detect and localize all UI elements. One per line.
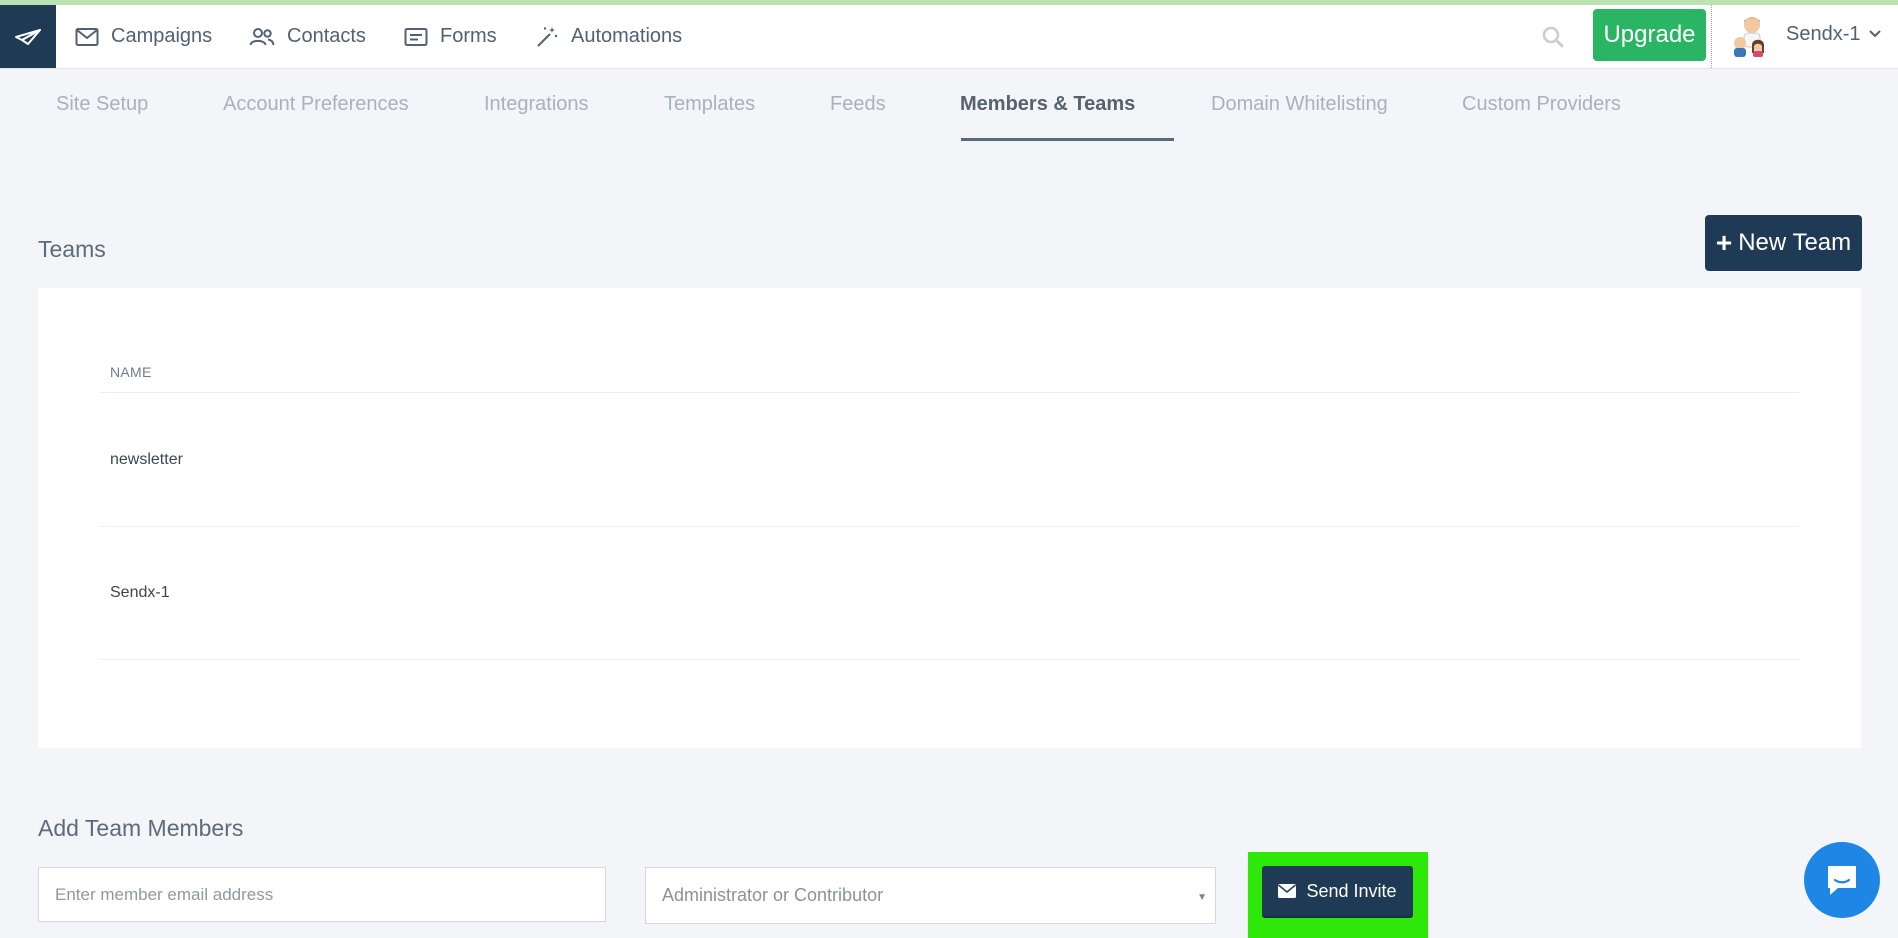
- users-icon: [249, 27, 275, 45]
- tab-templates[interactable]: Templates: [664, 68, 755, 140]
- nav-contacts[interactable]: Contacts: [249, 5, 366, 68]
- table-divider: [100, 526, 1800, 527]
- team-name-cell[interactable]: newsletter: [110, 451, 183, 469]
- tab-integrations[interactable]: Integrations: [484, 68, 589, 140]
- nav-campaigns-label: Campaigns: [111, 25, 213, 47]
- send-invite-label: Send Invite: [1306, 880, 1397, 901]
- table-divider: [100, 659, 1800, 660]
- tab-custom-providers[interactable]: Custom Providers: [1462, 68, 1621, 140]
- account-divider: [1711, 5, 1713, 68]
- chat-bubble-icon: [1828, 866, 1856, 895]
- nav-contacts-label: Contacts: [287, 25, 366, 47]
- upgrade-button[interactable]: Upgrade: [1593, 9, 1706, 61]
- nav-automations-label: Automations: [571, 25, 683, 47]
- active-tab-indicator: [961, 138, 1174, 141]
- settings-tabs: Site Setup Account Preferences Integrati…: [20, 68, 1878, 142]
- account-name[interactable]: Sendx-1: [1786, 23, 1861, 46]
- member-email-input[interactable]: [38, 867, 606, 922]
- nav-forms-label: Forms: [440, 25, 497, 47]
- app-logo[interactable]: [0, 5, 56, 68]
- avatar[interactable]: [1728, 13, 1770, 57]
- tab-feeds[interactable]: Feeds: [830, 68, 886, 140]
- nav-forms[interactable]: Forms: [404, 5, 497, 68]
- nav-campaigns[interactable]: Campaigns: [75, 5, 212, 68]
- send-invite-button[interactable]: Send Invite: [1262, 866, 1413, 916]
- plus-icon: +: [1715, 227, 1733, 258]
- caret-down-icon: ▼: [1197, 892, 1207, 903]
- form-icon: [404, 27, 428, 46]
- envelope-icon: [75, 27, 99, 46]
- search-button[interactable]: [1538, 22, 1568, 52]
- table-header-name: NAME: [110, 364, 152, 380]
- envelope-icon: [1278, 884, 1297, 898]
- top-navigation-bar: Campaigns Contacts Forms Automations Upg…: [0, 5, 1898, 69]
- chevron-down-icon[interactable]: [1868, 29, 1882, 39]
- paper-plane-icon: [15, 28, 41, 45]
- role-select[interactable]: Administrator or Contributor ▼: [645, 867, 1216, 924]
- teams-section-title: Teams: [38, 236, 106, 262]
- tab-site-setup[interactable]: Site Setup: [56, 68, 148, 140]
- team-name-cell[interactable]: Sendx-1: [110, 584, 170, 602]
- teams-table-card: NAME newsletter Sendx-1: [38, 288, 1861, 748]
- search-icon: [1542, 26, 1564, 48]
- tab-domain-whitelisting[interactable]: Domain Whitelisting: [1211, 68, 1388, 140]
- add-team-members-title: Add Team Members: [38, 815, 244, 841]
- new-team-label: New Team: [1738, 229, 1852, 256]
- tab-account-preferences[interactable]: Account Preferences: [223, 68, 409, 140]
- chat-widget-button[interactable]: [1804, 842, 1880, 918]
- magic-wand-icon: [537, 26, 558, 47]
- table-divider: [100, 392, 1800, 393]
- new-team-button[interactable]: + New Team: [1705, 215, 1862, 271]
- tab-members-teams[interactable]: Members & Teams: [960, 68, 1135, 140]
- nav-automations[interactable]: Automations: [535, 5, 682, 68]
- role-select-value: Administrator or Contributor: [662, 885, 884, 905]
